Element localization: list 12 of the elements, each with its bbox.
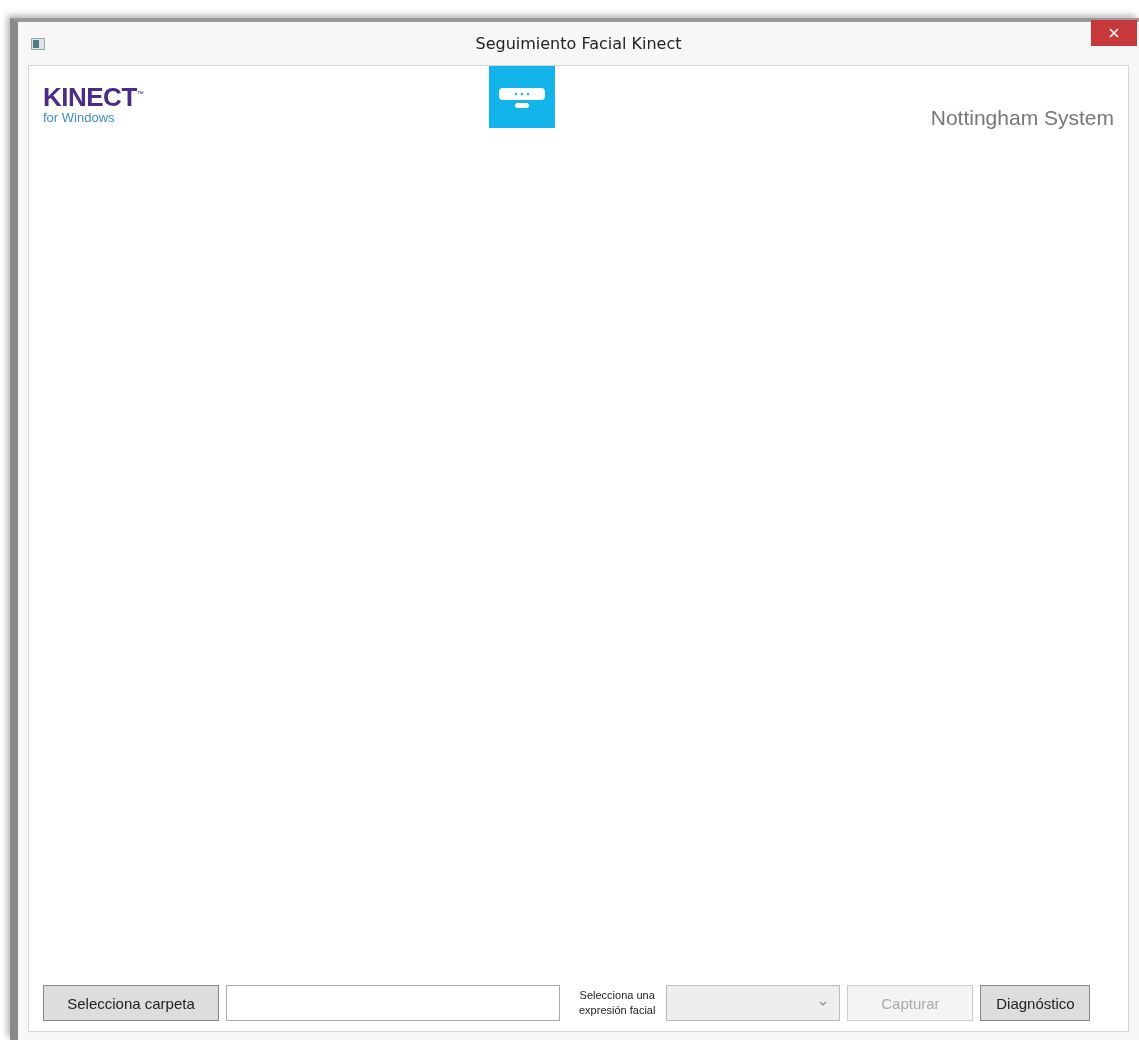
logo-subtitle: for Windows bbox=[43, 109, 116, 125]
chevron-down-icon bbox=[819, 1000, 828, 1006]
window-title: Seguimiento Facial Kinect bbox=[475, 34, 682, 53]
diagnostic-button[interactable]: Diagnóstico bbox=[980, 985, 1091, 1021]
app-icon bbox=[31, 37, 45, 50]
expression-label: Selecciona una expresión facial bbox=[579, 988, 656, 1018]
close-icon bbox=[1109, 28, 1119, 38]
app-name: Nottingham System bbox=[930, 106, 1114, 130]
select-folder-button[interactable]: Selecciona carpeta bbox=[43, 985, 219, 1021]
folder-path-field[interactable] bbox=[226, 985, 560, 1021]
close-button[interactable] bbox=[1091, 20, 1137, 46]
logo-title: KINECT$^{™}$ bbox=[43, 81, 145, 110]
